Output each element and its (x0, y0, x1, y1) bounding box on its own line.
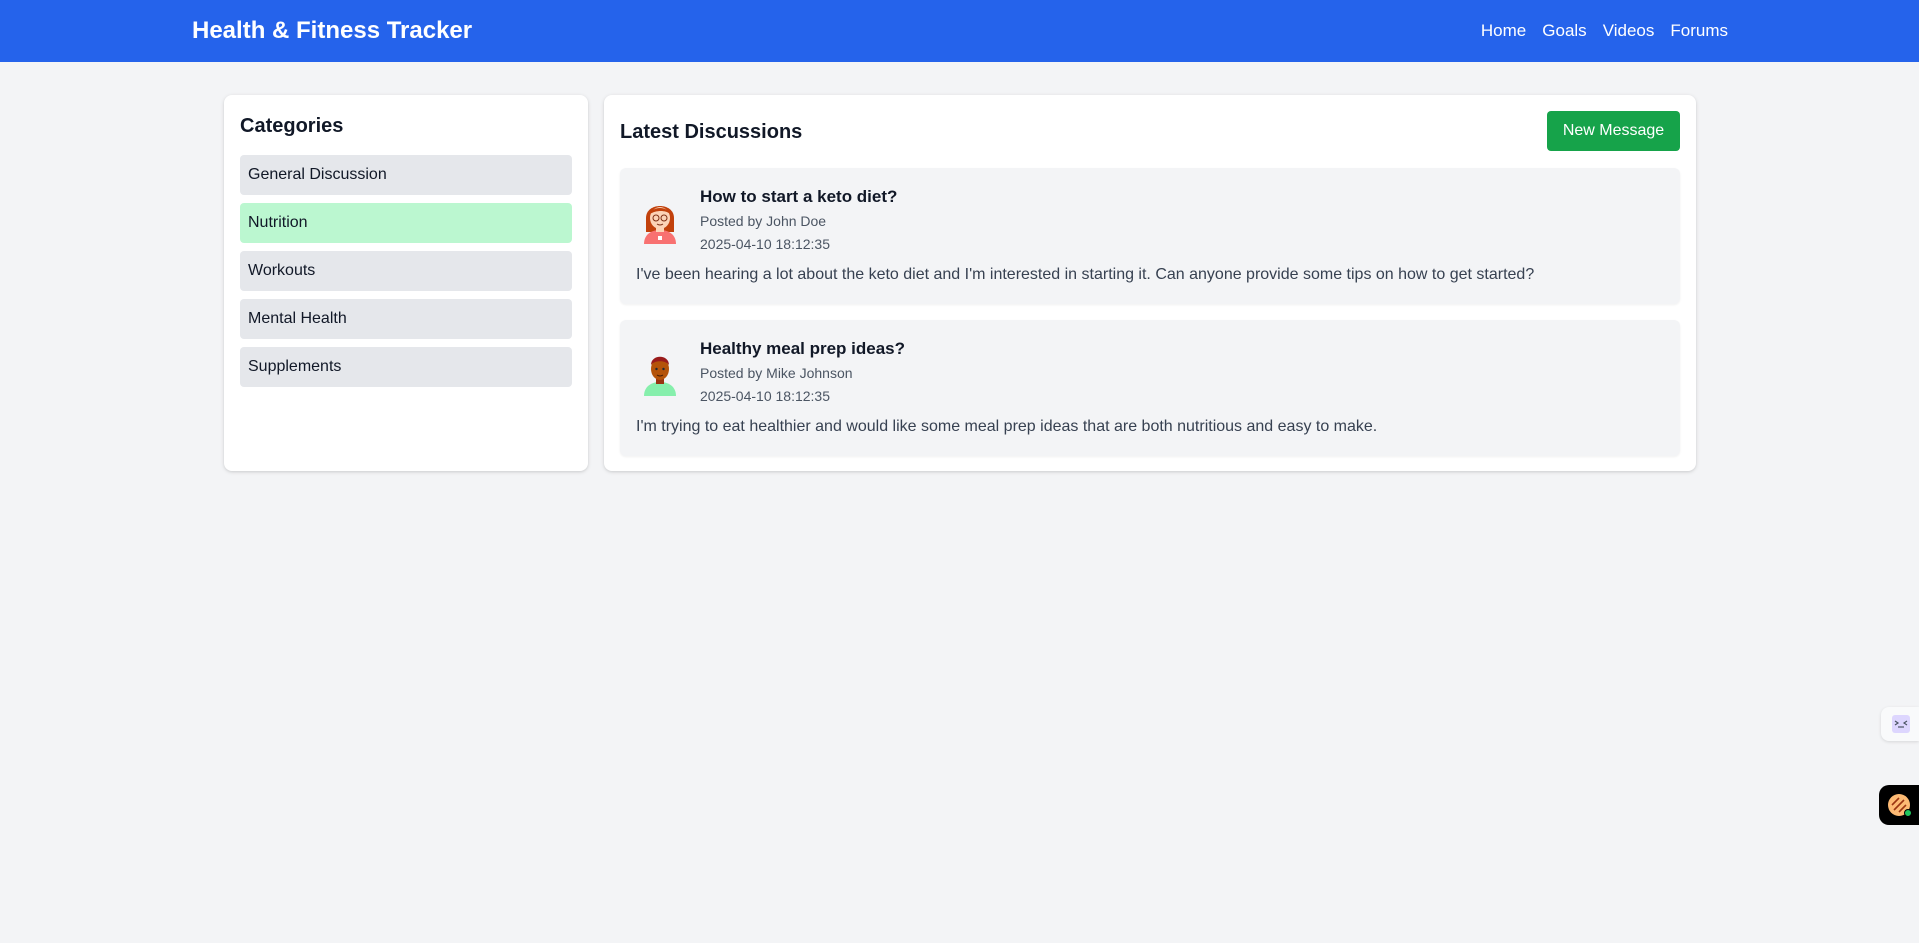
female-avatar-icon (644, 206, 676, 244)
post-title[interactable]: Healthy meal prep ideas? (700, 338, 905, 360)
categories-title: Categories (240, 115, 344, 137)
male-avatar-icon (644, 356, 676, 396)
nav-videos-link[interactable]: Videos (1603, 19, 1655, 42)
post-author: Posted by John Doe (700, 213, 827, 229)
category-general-discussion[interactable]: General Discussion (240, 155, 572, 195)
chat-avatar-icon (1888, 794, 1912, 817)
discussions-panel: Latest Discussions New Message How to st… (604, 95, 1696, 471)
floating-helper-widget[interactable] (1881, 707, 1919, 741)
category-supplements[interactable]: Supplements (240, 347, 572, 387)
discussion-post[interactable]: How to start a keto diet? Posted by John… (620, 168, 1680, 304)
post-title[interactable]: How to start a keto diet? (700, 186, 897, 208)
post-body: I'm trying to eat healthier and would li… (636, 418, 1378, 435)
category-workouts[interactable]: Workouts (240, 251, 572, 291)
main-nav: Home Goals Videos Forums (1481, 19, 1728, 42)
post-date: 2025-04-10 18:12:35 (700, 388, 830, 404)
nav-goals-link[interactable]: Goals (1542, 19, 1586, 42)
nav-forums-link[interactable]: Forums (1670, 19, 1728, 42)
nav-home-link[interactable]: Home (1481, 19, 1526, 42)
discussions-title: Latest Discussions (620, 121, 803, 143)
discussion-post[interactable]: Healthy meal prep ideas? Posted by Mike … (620, 320, 1680, 456)
category-list: General Discussion Nutrition Workouts Me… (240, 155, 572, 395)
top-navbar: Health & Fitness Tracker Home Goals Vide… (0, 0, 1919, 62)
floating-chat-widget[interactable] (1879, 785, 1919, 825)
assistant-icon (1892, 715, 1910, 733)
app-title: Health & Fitness Tracker (192, 17, 473, 44)
post-body: I've been hearing a lot about the keto d… (636, 266, 1535, 283)
post-date: 2025-04-10 18:12:35 (700, 236, 830, 252)
category-nutrition[interactable]: Nutrition (240, 203, 572, 243)
new-message-button[interactable]: New Message (1547, 111, 1680, 151)
post-author: Posted by Mike Johnson (700, 365, 853, 381)
categories-panel: Categories General Discussion Nutrition … (224, 95, 588, 471)
category-mental-health[interactable]: Mental Health (240, 299, 572, 339)
